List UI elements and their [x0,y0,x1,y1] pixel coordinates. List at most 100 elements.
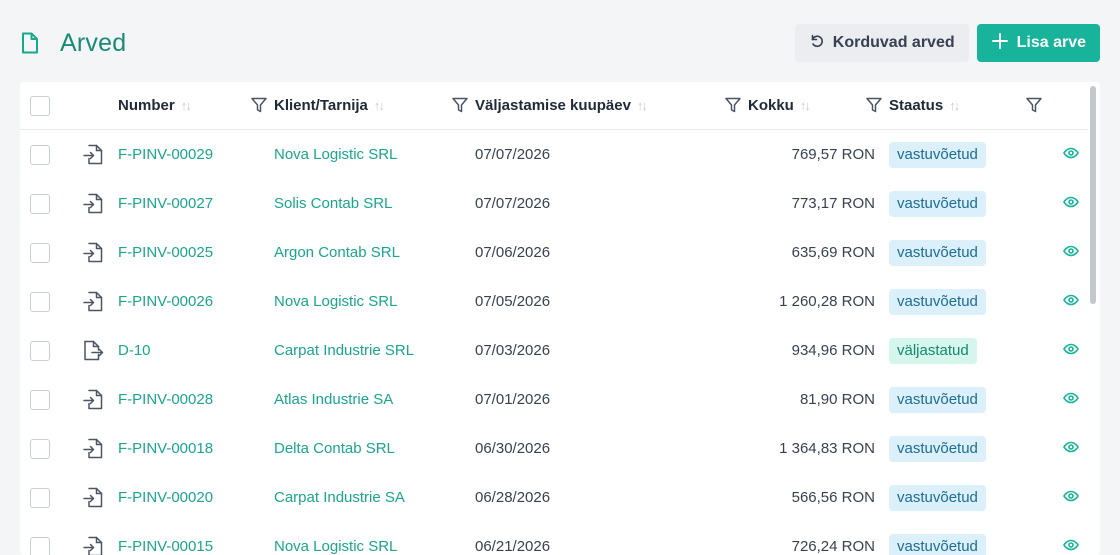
total-cell: 566,56 RON [791,489,875,506]
row-checkbox[interactable] [30,242,50,263]
sort-icon[interactable]: ↑↓ [800,98,811,113]
column-header-status[interactable]: Staatus ↑↓ [889,82,1049,130]
client-link[interactable]: Delta Contab SRL [274,440,395,457]
row-checkbox[interactable] [30,487,50,508]
client-link[interactable]: Nova Logistic SRL [274,293,397,310]
invoice-number-cell: F-PINV-00026 [118,293,274,310]
invoice-number-link[interactable]: D-10 [118,342,151,359]
scrollbar-thumb[interactable] [1090,86,1096,304]
row-checkbox[interactable] [30,438,50,459]
row-checkbox[interactable] [30,340,50,361]
select-all-cell [20,95,118,116]
status-badge: vastuvõetud [889,288,986,315]
client-link[interactable]: Carpat Industrie SA [274,489,405,506]
client-cell: Delta Contab SRL [274,440,475,457]
total-cell: 1 364,83 RON [779,440,875,457]
document-import-icon [82,389,104,411]
column-header-number[interactable]: Number ↑↓ [118,82,274,130]
eye-icon[interactable] [1063,441,1079,459]
row-select-cell [20,536,118,555]
column-header-date[interactable]: Väljastamise kuupäev ↑↓ [475,82,748,130]
client-cell: Solis Contab SRL [274,195,475,212]
invoice-number-cell: F-PINV-00029 [118,146,274,163]
issue-date-cell: 07/07/2026 [475,146,551,163]
eye-icon[interactable] [1063,343,1079,361]
sort-icon[interactable]: ↑↓ [374,98,385,113]
eye-icon[interactable] [1063,196,1079,214]
invoice-number-link[interactable]: F-PINV-00026 [118,293,213,310]
sort-icon[interactable]: ↑↓ [637,98,648,113]
table-row[interactable]: F-PINV-00025 Argon Contab SRL 07/06/2026… [20,228,1100,277]
issue-date-cell: 07/07/2026 [475,195,551,212]
invoice-number-link[interactable]: F-PINV-00015 [118,538,213,555]
add-invoice-button[interactable]: Lisa arve [976,24,1100,62]
table-row[interactable]: F-PINV-00028 Atlas Industrie SA 07/01/20… [20,375,1100,424]
status-cell: vastuvõetud [889,533,1049,555]
eye-icon[interactable] [1063,539,1079,555]
eye-icon[interactable] [1063,245,1079,263]
table-row[interactable]: F-PINV-00029 Nova Logistic SRL 07/07/202… [20,130,1100,179]
column-header-client-label: Klient/Tarnija [274,97,368,114]
client-link[interactable]: Carpat Industrie SRL [274,342,414,359]
total-cell: 635,69 RON [791,244,875,261]
column-header-client[interactable]: Klient/Tarnija ↑↓ [274,82,475,130]
eye-icon[interactable] [1063,294,1079,312]
recurring-invoices-button[interactable]: Korduvad arved [794,24,969,62]
row-checkbox[interactable] [30,193,50,214]
eye-icon[interactable] [1063,147,1079,165]
table-row[interactable]: F-PINV-00015 Nova Logistic SRL 06/21/202… [20,522,1100,555]
issue-date-cell: 06/28/2026 [475,489,551,506]
row-checkbox[interactable] [30,144,50,165]
invoice-number-link[interactable]: F-PINV-00027 [118,195,213,212]
filter-icon[interactable] [451,96,469,114]
row-checkbox[interactable] [30,291,50,312]
filter-icon[interactable] [724,96,742,114]
client-link[interactable]: Atlas Industrie SA [274,391,393,408]
document-import-icon [82,438,104,460]
add-invoice-label: Lisa arve [1016,34,1086,51]
column-header-total-label: Kokku [748,97,794,114]
scrollbar[interactable] [1088,82,1100,555]
row-select-cell [20,340,118,362]
client-link[interactable]: Argon Contab SRL [274,244,400,261]
status-cell: vastuvõetud [889,239,1049,266]
eye-icon[interactable] [1063,490,1079,508]
invoice-number-link[interactable]: F-PINV-00018 [118,440,213,457]
table-row[interactable]: F-PINV-00026 Nova Logistic SRL 07/05/202… [20,277,1100,326]
filter-icon[interactable] [1025,96,1043,114]
total-cell: 81,90 RON [799,391,875,408]
invoice-number-link[interactable]: F-PINV-00025 [118,244,213,261]
invoice-number-link[interactable]: F-PINV-00029 [118,146,213,163]
client-link[interactable]: Solis Contab SRL [274,195,392,212]
invoice-number-link[interactable]: F-PINV-00020 [118,489,213,506]
client-cell: Atlas Industrie SA [274,391,475,408]
status-badge: vastuvõetud [889,190,986,217]
row-select-cell [20,438,118,460]
filter-icon[interactable] [250,96,268,114]
table-row[interactable]: F-PINV-00018 Delta Contab SRL 06/30/2026… [20,424,1100,473]
table-row[interactable]: F-PINV-00027 Solis Contab SRL 07/07/2026… [20,179,1100,228]
document-export-icon [82,340,104,362]
issue-date-cell: 06/21/2026 [475,538,551,555]
invoice-number-cell: D-10 [118,342,274,359]
sort-icon[interactable]: ↑↓ [949,98,960,113]
status-badge: vastuvõetud [889,239,986,266]
issue-date-cell: 07/03/2026 [475,342,551,359]
invoice-number-link[interactable]: F-PINV-00028 [118,391,213,408]
invoices-table: Number ↑↓ Klient/Tarnija ↑↓ Väljastamise… [20,82,1100,555]
column-header-status-label: Staatus [889,97,944,114]
top-nav-sliver [480,0,640,4]
client-link[interactable]: Nova Logistic SRL [274,146,397,163]
client-link[interactable]: Nova Logistic SRL [274,538,397,555]
filter-icon[interactable] [865,96,883,114]
table-row[interactable]: F-PINV-00020 Carpat Industrie SA 06/28/2… [20,473,1100,522]
row-select-cell [20,487,118,509]
row-checkbox[interactable] [30,389,50,410]
table-row[interactable]: D-10 Carpat Industrie SRL 07/03/2026 934… [20,326,1100,375]
row-checkbox[interactable] [30,536,50,555]
select-all-checkbox[interactable] [30,95,50,116]
total-cell: 773,17 RON [791,195,875,212]
eye-icon[interactable] [1063,392,1079,410]
column-header-total[interactable]: Kokku ↑↓ [748,82,889,130]
sort-icon[interactable]: ↑↓ [181,98,192,113]
